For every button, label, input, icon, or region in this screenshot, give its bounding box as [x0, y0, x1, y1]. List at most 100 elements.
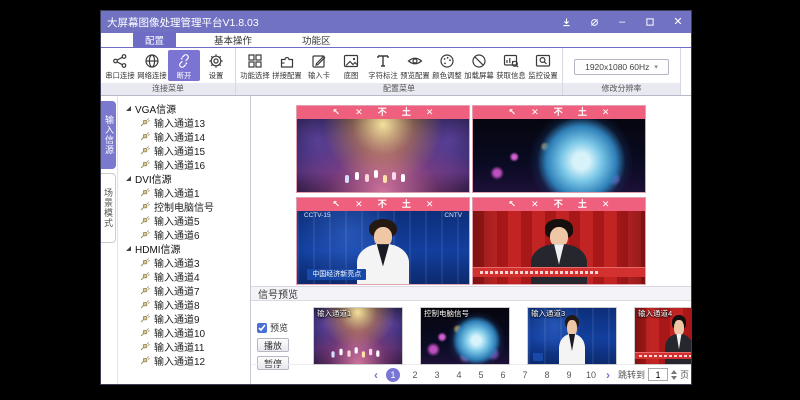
expander-icon[interactable] [126, 176, 131, 181]
cell-icon-4[interactable]: 土 [578, 200, 587, 209]
disconnect-button[interactable]: 断开 [168, 50, 200, 81]
cell-icon-3[interactable]: 不 [554, 200, 563, 209]
main-panel: ↖ ✕ 不 土 ✕ ↖ ✕ 不 土 [251, 96, 691, 384]
splice-config-button[interactable]: 拼接配置 [271, 50, 303, 81]
section-title: 信号预览 [258, 286, 298, 301]
serial-connect-button[interactable]: 串口连接 [104, 50, 136, 81]
page-3[interactable]: 3 [430, 368, 444, 382]
wall-cell-2[interactable]: ↖ ✕ 不 土 ✕ [472, 105, 646, 193]
side-tab-input-sources[interactable]: 输入信源 [101, 101, 116, 169]
tree-item[interactable]: 输入通道11 [124, 339, 250, 353]
cell-icon-4[interactable]: 土 [402, 108, 411, 117]
tree-item[interactable]: 输入通道3 [124, 255, 250, 269]
tree-item[interactable]: 输入通道16 [124, 157, 250, 171]
minimize-button[interactable]: – [615, 17, 629, 28]
cell-icon-4[interactable]: 土 [578, 108, 587, 117]
expander-icon[interactable] [126, 246, 131, 251]
page-9[interactable]: 9 [562, 368, 576, 382]
settings-button[interactable]: 设置 [200, 50, 232, 81]
page-4[interactable]: 4 [452, 368, 466, 382]
text-annotation-button[interactable]: 字符标注 [367, 50, 399, 81]
plug-icon [140, 215, 150, 225]
tree-item[interactable]: 控制电脑信号 [124, 199, 250, 213]
tree-item[interactable]: 输入通道13 [124, 115, 250, 129]
function-select-button[interactable]: 功能选择 [239, 50, 271, 81]
cell-icon-3[interactable]: 不 [378, 200, 387, 209]
cell-icon-2[interactable]: ✕ [355, 108, 363, 117]
thumbnail-channel-1[interactable]: 输入通道1 [313, 307, 403, 365]
base-image-button[interactable]: 底图 [335, 50, 367, 81]
maximize-button[interactable] [643, 17, 657, 27]
resolution-value: 1920x1080 60Hz [585, 62, 649, 72]
tree-group-dvi[interactable]: DVI信源 [124, 171, 250, 185]
tree-item[interactable]: 输入通道9 [124, 311, 250, 325]
cell-icon-3[interactable]: 不 [378, 108, 387, 117]
cell-icon-2[interactable]: ✕ [531, 108, 539, 117]
wall-cell-4[interactable]: ↖ ✕ 不 土 ✕ [472, 197, 646, 285]
cell-icon-5[interactable]: ✕ [426, 200, 434, 209]
page-1[interactable]: 1 [386, 368, 400, 382]
cell-icon-5[interactable]: ✕ [602, 108, 610, 117]
pagination-bar: ‹ 1 2 3 4 5 6 7 8 9 10 › 跳转到 [251, 364, 691, 384]
pin-icon[interactable] [559, 17, 573, 28]
page-7[interactable]: 7 [518, 368, 532, 382]
thumbnail-control-pc[interactable]: 控制电脑信号 [420, 307, 510, 365]
page-2[interactable]: 2 [408, 368, 422, 382]
tree-item[interactable]: 输入通道12 [124, 353, 250, 367]
cell-icon-1[interactable]: ↖ [509, 200, 517, 209]
thumbnail-channel-4[interactable]: 输入通道4 [634, 307, 692, 365]
cell-icon-5[interactable]: ✕ [426, 108, 434, 117]
page-6[interactable]: 6 [496, 368, 510, 382]
tree-item[interactable]: 输入通道6 [124, 227, 250, 241]
page-10[interactable]: 10 [584, 368, 598, 382]
plug-icon [140, 229, 150, 239]
input-card-button[interactable]: 输入卡 [303, 50, 335, 81]
cell-icon-2[interactable]: ✕ [355, 200, 363, 209]
tree-item[interactable]: 输入通道10 [124, 325, 250, 339]
tab-function-area[interactable]: 功能区 [290, 32, 343, 48]
play-button[interactable]: 播放 [257, 338, 289, 352]
ribbon-tabbar: 配置 基本操作 功能区 [101, 33, 691, 48]
load-screen-button[interactable]: 加载屏幕 [463, 50, 495, 81]
cell-icon-2[interactable]: ✕ [531, 200, 539, 209]
page-8[interactable]: 8 [540, 368, 554, 382]
preview-config-button[interactable]: 预览配置 [399, 50, 431, 81]
jump-spinner[interactable] [671, 370, 677, 380]
cell-icon-1[interactable]: ↖ [333, 200, 341, 209]
resolution-dropdown[interactable]: 1920x1080 60Hz ▾ [574, 59, 669, 75]
tree-group-hdmi[interactable]: HDMI信源 [124, 241, 250, 255]
tab-basic-ops[interactable]: 基本操作 [202, 32, 264, 48]
color-adjust-button[interactable]: 颜色调整 [431, 50, 463, 81]
side-tab-scene-mode[interactable]: 场景模式 [101, 173, 116, 243]
tree-item[interactable]: 输入通道5 [124, 213, 250, 227]
cell-icon-1[interactable]: ↖ [509, 108, 517, 117]
thumbnail-channel-3[interactable]: 输入通道3 [527, 307, 617, 365]
tree-item[interactable]: 输入通道1 [124, 185, 250, 199]
tree-group-vga[interactable]: VGA信源 [124, 101, 250, 115]
wall-cell-3[interactable]: ↖ ✕ 不 土 ✕ CCTV-15 CNTV 中国经济新亮点 [296, 197, 470, 285]
news-caption: 中国经济新亮点 [307, 269, 366, 280]
monitor-settings-button[interactable]: 监控设置 [527, 50, 559, 81]
tree-item[interactable]: 输入通道4 [124, 269, 250, 283]
tree-item[interactable]: 输入通道7 [124, 283, 250, 297]
tree-item[interactable]: 输入通道8 [124, 297, 250, 311]
next-page-icon[interactable]: › [606, 369, 610, 381]
wall-cell-1[interactable]: ↖ ✕ 不 土 ✕ [296, 105, 470, 193]
cell-icon-1[interactable]: ↖ [333, 108, 341, 117]
get-info-button[interactable]: 获取信息 [495, 50, 527, 81]
tab-config[interactable]: 配置 [133, 32, 176, 48]
tree-item[interactable]: 输入通道14 [124, 129, 250, 143]
network-connect-button[interactable]: 网络连接 [136, 50, 168, 81]
cell-icon-4[interactable]: 土 [402, 200, 411, 209]
jump-input[interactable] [648, 368, 668, 381]
cell-icon-3[interactable]: 不 [554, 108, 563, 117]
text-icon [375, 52, 391, 70]
cell-icon-5[interactable]: ✕ [602, 200, 610, 209]
tree-item[interactable]: 输入通道15 [124, 143, 250, 157]
page-5[interactable]: 5 [474, 368, 488, 382]
preview-checkbox[interactable] [257, 323, 267, 333]
prev-page-icon[interactable]: ‹ [374, 369, 378, 381]
theme-icon[interactable] [587, 17, 601, 28]
close-button[interactable]: ✕ [671, 17, 685, 28]
expander-icon[interactable] [126, 106, 131, 111]
